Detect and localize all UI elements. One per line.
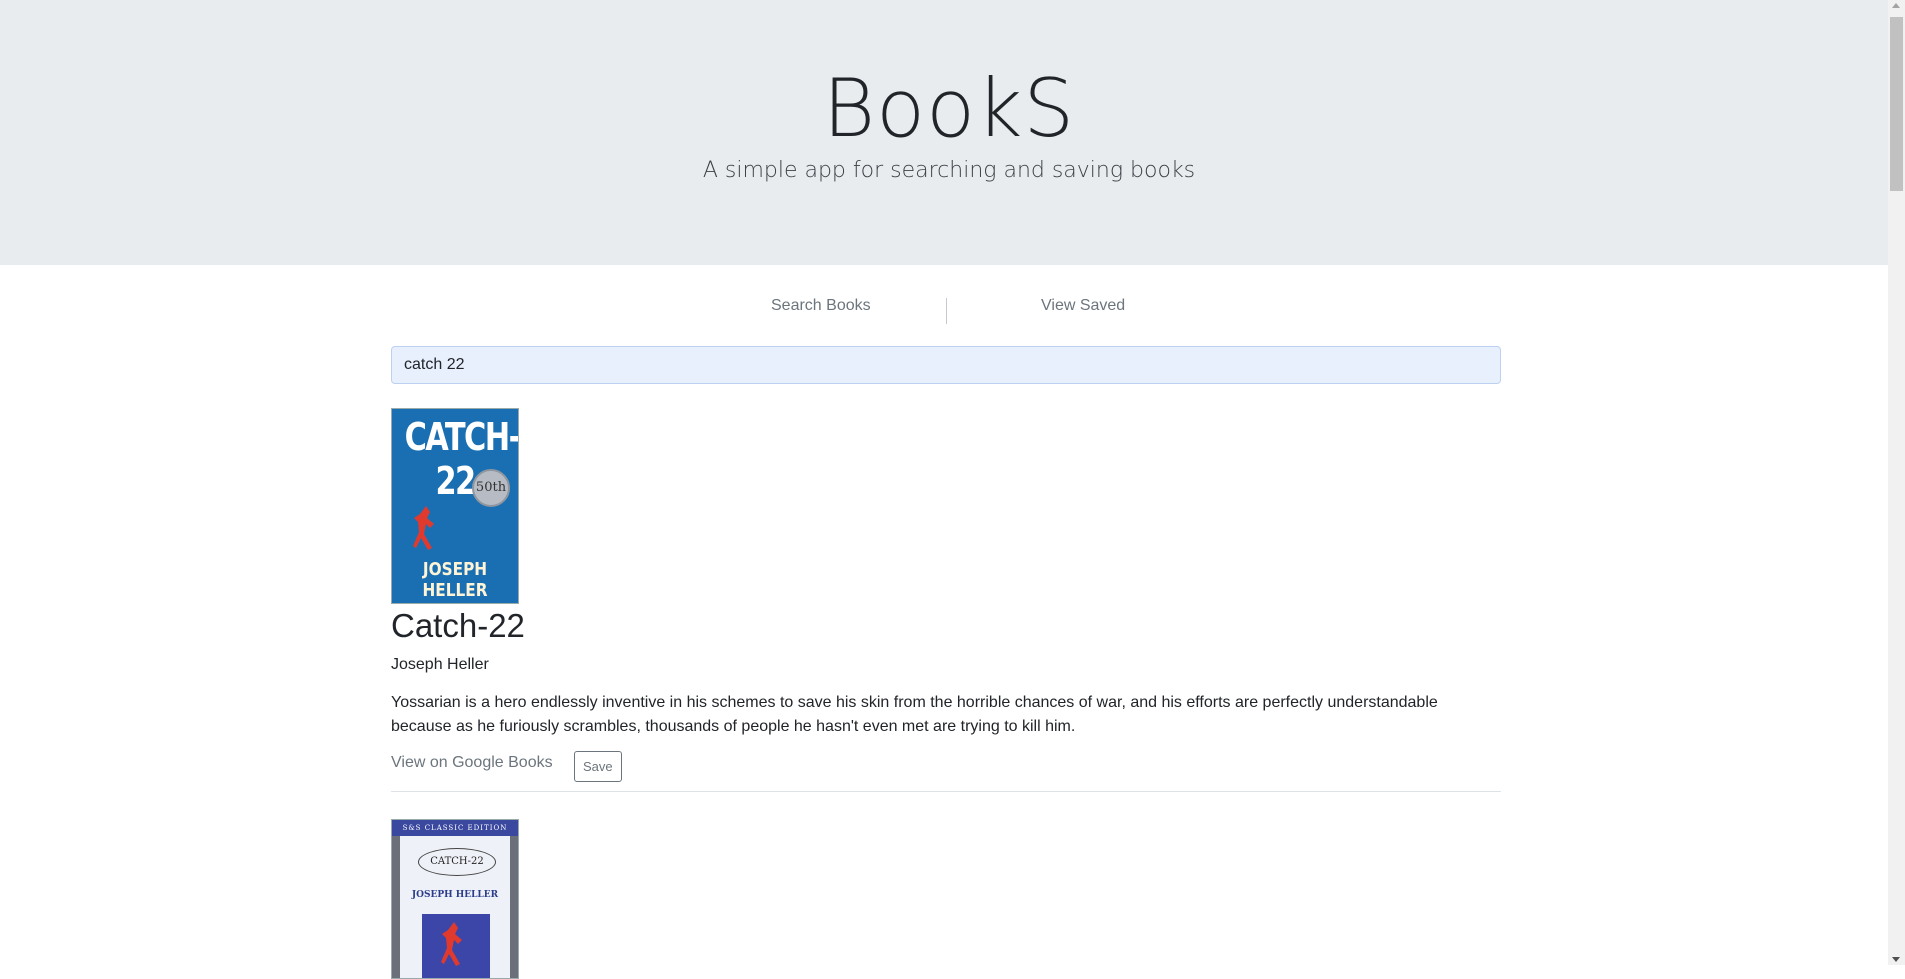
cover-author-text: JOSEPH HELLER <box>411 890 499 900</box>
book-cover-image: S&S CLASSIC EDITION CATCH-22 JOSEPH HELL… <box>391 819 519 979</box>
vertical-scrollbar[interactable] <box>1888 0 1905 965</box>
main-container: Search Books View Saved CATCH-22 50th JO… <box>391 265 1501 979</box>
nav-divider <box>946 298 947 324</box>
save-button[interactable]: Save <box>574 751 622 782</box>
running-man-figure <box>413 506 434 550</box>
book-actions: View on Google Books Save <box>391 751 1501 783</box>
running-man-figure <box>441 922 462 966</box>
cover-side-stripe <box>392 836 400 978</box>
cover-figure-blot <box>422 914 490 978</box>
book-title: Catch-22 <box>391 607 525 644</box>
google-books-link[interactable]: View on Google Books <box>391 754 553 772</box>
book-result: CATCH-22 50th JOSEPH HELLER Catch-22 Jos… <box>391 408 1501 792</box>
scroll-down-arrow-icon[interactable] <box>1892 957 1900 962</box>
book-author: Joseph Heller <box>391 656 489 673</box>
anniversary-seal: 50th <box>472 469 510 507</box>
app-title: BookS <box>822 62 1076 155</box>
result-divider <box>391 791 1501 792</box>
jumbotron-header: BookS A simple app for searching and sav… <box>0 0 1898 265</box>
tab-view-saved[interactable]: View Saved <box>1041 297 1125 315</box>
scrollbar-thumb[interactable] <box>1890 17 1903 191</box>
cover-author-text: JOSEPH HELLER <box>422 559 488 601</box>
cover-side-stripe <box>510 836 518 978</box>
cover-title-text: CATCH-22 <box>418 848 496 876</box>
cover-band-text: S&S CLASSIC EDITION <box>392 820 518 836</box>
app-subtitle: A simple app for searching and saving bo… <box>702 158 1196 183</box>
book-result: S&S CLASSIC EDITION CATCH-22 JOSEPH HELL… <box>391 819 1501 979</box>
tab-search-books[interactable]: Search Books <box>771 297 871 315</box>
book-description: Yossarian is a hero endlessly inventive … <box>391 694 1438 735</box>
book-cover-image: CATCH-22 50th JOSEPH HELLER <box>391 408 519 604</box>
search-input[interactable] <box>391 346 1501 384</box>
scroll-up-arrow-icon[interactable] <box>1892 3 1900 8</box>
nav-tabs: Search Books View Saved <box>391 265 1501 355</box>
